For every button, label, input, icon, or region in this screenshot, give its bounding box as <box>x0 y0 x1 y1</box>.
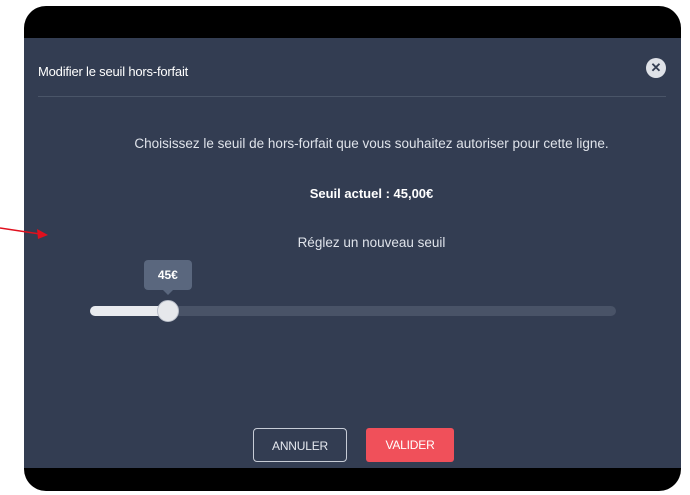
close-icon[interactable]: ✕ <box>646 58 666 78</box>
screen-frame: Modifier le seuil hors-forfait ✕ Choisis… <box>24 6 681 491</box>
new-threshold-label: Réglez un nouveau seuil <box>297 235 446 250</box>
cancel-button[interactable]: ANNULER <box>253 428 347 462</box>
intro-text: Choisissez le seuil de hors-forfait que … <box>134 136 609 151</box>
threshold-slider[interactable]: 45€ <box>90 260 616 322</box>
modal-title: Modifier le seuil hors-forfait <box>38 64 189 79</box>
threshold-modal: Modifier le seuil hors-forfait ✕ Choisis… <box>24 38 681 468</box>
pointer-arrow-icon <box>0 227 48 239</box>
slider-handle[interactable] <box>156 300 179 322</box>
validate-button[interactable]: VALIDER <box>366 428 454 462</box>
slider-value-tooltip: 45€ <box>143 260 192 295</box>
current-threshold: Seuil actuel : 45,00€ <box>309 186 434 201</box>
header-divider <box>38 96 666 97</box>
